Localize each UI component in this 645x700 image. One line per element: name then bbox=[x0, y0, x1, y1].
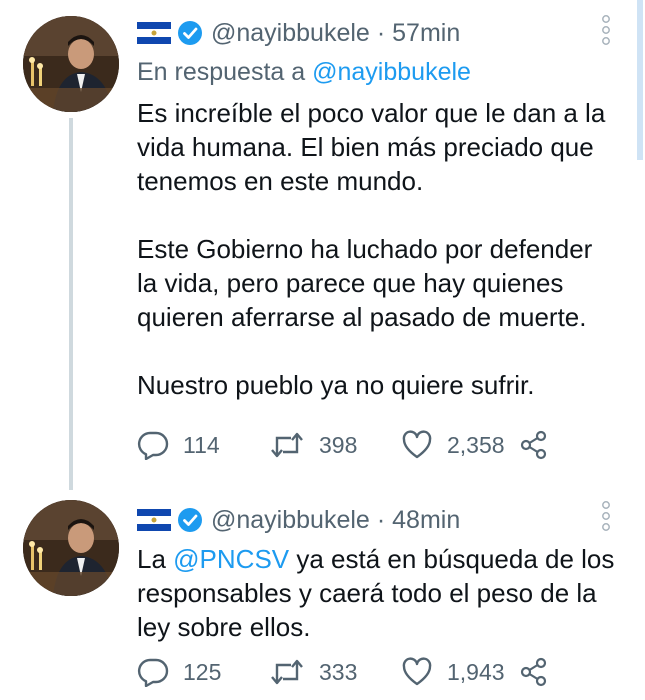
mention-link[interactable]: @PNCSV bbox=[173, 544, 289, 574]
reply-icon bbox=[137, 431, 169, 460]
retweet-icon bbox=[271, 659, 303, 685]
reply-context: En respuesta a @nayibbukele bbox=[137, 58, 471, 87]
tweet-text: La @PNCSV ya está en búsqueda de los res… bbox=[137, 542, 627, 644]
reply-button[interactable]: 125 bbox=[137, 657, 269, 687]
like-button[interactable]: 2,358 bbox=[401, 430, 519, 460]
retweet-icon bbox=[271, 432, 303, 458]
reply-icon bbox=[137, 658, 169, 687]
tweet-2[interactable]: @nayibbukele · 48min La @PNCSV ya está e… bbox=[0, 490, 645, 700]
reply-count: 125 bbox=[183, 658, 222, 685]
tweet-text: Es increíble el poco valor que le dan a … bbox=[137, 98, 606, 400]
more-options-icon[interactable] bbox=[596, 498, 616, 538]
share-button[interactable] bbox=[519, 430, 563, 460]
tweet-header: @nayibbukele · 57min bbox=[137, 15, 460, 51]
timestamp[interactable]: 48min bbox=[392, 506, 460, 535]
share-button[interactable] bbox=[519, 657, 563, 687]
avatar[interactable] bbox=[23, 500, 119, 596]
reply-handle-link[interactable]: @nayibbukele bbox=[312, 58, 471, 86]
tweet-text-prefix: La bbox=[137, 544, 174, 574]
tweet-actions: 114 398 2,358 bbox=[137, 425, 563, 465]
timestamp[interactable]: 57min bbox=[392, 19, 460, 48]
avatar[interactable] bbox=[23, 16, 119, 112]
like-button[interactable]: 1,943 bbox=[401, 657, 519, 687]
separator: · bbox=[376, 505, 386, 534]
retweet-count: 398 bbox=[319, 431, 358, 458]
tweet-actions: 125 333 1,943 bbox=[137, 652, 563, 692]
user-handle[interactable]: @nayibbukele bbox=[211, 506, 370, 535]
like-count: 2,358 bbox=[447, 431, 505, 458]
user-handle[interactable]: @nayibbukele bbox=[211, 19, 370, 48]
el-salvador-flag-icon bbox=[137, 509, 171, 531]
reply-prefix: En respuesta a bbox=[137, 58, 313, 86]
tweet-header: @nayibbukele · 48min bbox=[137, 502, 460, 538]
thread-line bbox=[69, 118, 73, 490]
verified-badge-icon bbox=[177, 20, 203, 46]
retweet-button[interactable]: 398 bbox=[269, 430, 401, 460]
retweet-count: 333 bbox=[319, 658, 358, 685]
share-icon bbox=[520, 430, 547, 460]
like-count: 1,943 bbox=[447, 658, 505, 685]
tweet-1[interactable]: @nayibbukele · 57min En respuesta a @nay… bbox=[0, 0, 645, 490]
heart-icon bbox=[402, 657, 432, 686]
el-salvador-flag-icon bbox=[137, 22, 171, 44]
verified-badge-icon bbox=[177, 507, 203, 533]
reply-button[interactable]: 114 bbox=[137, 430, 269, 460]
more-options-icon[interactable] bbox=[596, 12, 616, 52]
heart-icon bbox=[402, 430, 432, 459]
separator: · bbox=[376, 18, 386, 47]
reply-count: 114 bbox=[183, 431, 220, 458]
retweet-button[interactable]: 333 bbox=[269, 657, 401, 687]
share-icon bbox=[520, 657, 547, 687]
